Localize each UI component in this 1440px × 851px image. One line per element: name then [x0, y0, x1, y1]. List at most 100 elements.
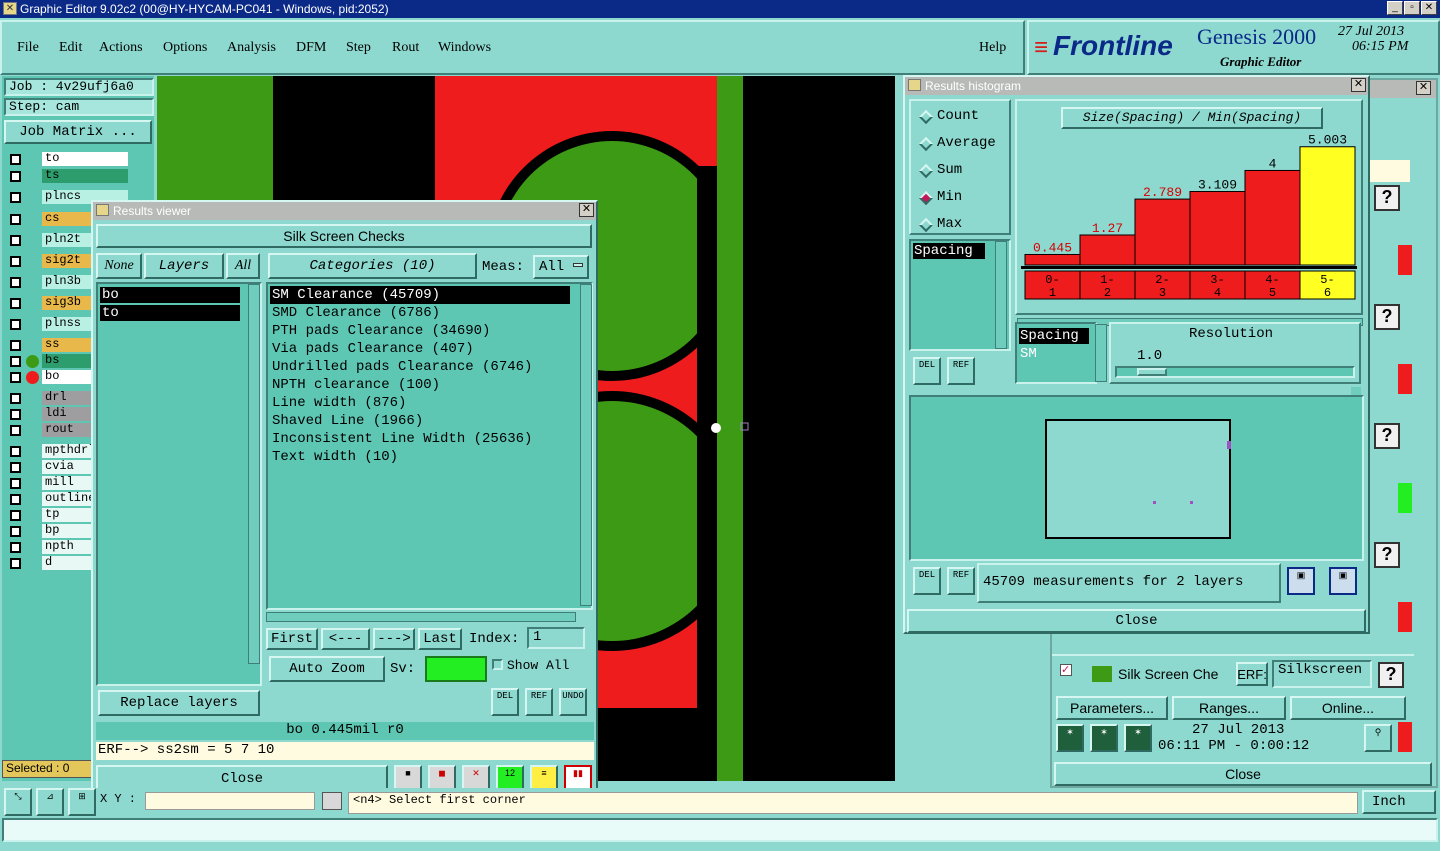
category-item[interactable]: Inconsistent Line Width (25636): [270, 430, 570, 448]
menu-edit[interactable]: Edit: [59, 40, 82, 56]
radio-sum[interactable]: [918, 163, 934, 179]
checklist-close-button[interactable]: Close: [1054, 762, 1432, 786]
menu-help[interactable]: Help: [979, 40, 1006, 56]
histogram-del-icon[interactable]: DEL: [913, 357, 941, 385]
histogram-bar[interactable]: [1134, 198, 1191, 266]
layer-checkbox[interactable]: [10, 192, 21, 203]
menu-rout[interactable]: Rout: [392, 40, 419, 56]
layer-checkbox[interactable]: [10, 256, 21, 267]
histogram-ref-icon-2[interactable]: REF: [947, 567, 975, 595]
category-list-scrollbar[interactable]: [580, 284, 592, 606]
zoom-area-icon[interactable]: ⊿: [36, 788, 64, 816]
layer-name[interactable]: to: [42, 152, 128, 166]
layer-checkbox[interactable]: [10, 372, 21, 383]
menu-step[interactable]: Step: [346, 40, 371, 56]
category-item[interactable]: NPTH clearance (100): [270, 376, 570, 394]
resolution-slider[interactable]: [1115, 366, 1355, 378]
ranges-button[interactable]: Ranges...: [1172, 696, 1286, 720]
prev-button[interactable]: <---: [321, 628, 370, 650]
menu-file[interactable]: File: [17, 40, 39, 56]
xy-input[interactable]: [145, 792, 315, 810]
layer-result-item[interactable]: bo: [100, 287, 240, 303]
layer-checkbox[interactable]: [10, 356, 21, 367]
spacing-list-scrollbar[interactable]: [1095, 324, 1107, 382]
category-item[interactable]: PTH pads Clearance (34690): [270, 322, 570, 340]
help-icon[interactable]: ?: [1374, 304, 1400, 330]
meas-dropdown[interactable]: All: [533, 255, 589, 279]
field-list-scrollbar[interactable]: [995, 241, 1007, 349]
category-hscrollbar[interactable]: [266, 612, 576, 622]
checklist-close-icon[interactable]: ✕: [1416, 81, 1431, 95]
online-button[interactable]: Online...: [1290, 696, 1406, 720]
menu-analysis[interactable]: Analysis: [227, 40, 276, 56]
layer-result-item[interactable]: to: [100, 305, 240, 321]
run-selected-icon[interactable]: ✶: [1124, 724, 1152, 752]
field-item-spacing[interactable]: Spacing: [913, 243, 985, 259]
resolution-slider-thumb[interactable]: [1137, 368, 1167, 376]
next-button[interactable]: --->: [373, 628, 415, 650]
zoom-fit-icon[interactable]: ⤡: [4, 788, 32, 816]
histogram-bar[interactable]: [1024, 253, 1081, 266]
chart-resize-handle[interactable]: [1351, 387, 1361, 395]
menu-dfm[interactable]: DFM: [296, 40, 326, 56]
layer-name[interactable]: ts: [42, 169, 128, 183]
check-enabled-checkbox[interactable]: ✓: [1060, 664, 1072, 676]
layer-checkbox[interactable]: [10, 298, 21, 309]
maximize-button[interactable]: ▫: [1404, 1, 1420, 15]
histogram-close-icon[interactable]: ✕: [1351, 78, 1366, 92]
category-item[interactable]: Line width (876): [270, 394, 570, 412]
undo-icon[interactable]: UNDO: [559, 688, 587, 716]
help-icon[interactable]: ?: [1374, 423, 1400, 449]
last-button[interactable]: Last: [418, 628, 462, 650]
category-item[interactable]: Shaved Line (1966): [270, 412, 570, 430]
histogram-close-button[interactable]: Close: [907, 609, 1366, 633]
histogram-del-icon-2[interactable]: DEL: [913, 567, 941, 595]
category-item[interactable]: Via pads Clearance (407): [270, 340, 570, 358]
category-item[interactable]: Text width (10): [270, 448, 570, 466]
layer-checkbox[interactable]: [10, 171, 21, 182]
erf-value[interactable]: Silkscreen: [1272, 660, 1372, 688]
results-viewer-close-icon[interactable]: ✕: [579, 203, 594, 217]
del-icon[interactable]: DEL: [491, 688, 519, 716]
help-icon[interactable]: ?: [1378, 662, 1404, 688]
run-all-icon[interactable]: ✶: [1090, 724, 1118, 752]
layer-checkbox[interactable]: [10, 542, 21, 553]
export-chart-icon[interactable]: ▣: [1287, 567, 1315, 595]
run-icon[interactable]: ✶: [1056, 724, 1084, 752]
histogram-bar[interactable]: [1244, 169, 1301, 266]
job-matrix-button[interactable]: Job Matrix ...: [4, 120, 152, 144]
show-all-checkbox[interactable]: [492, 659, 503, 670]
zoom-icon[interactable]: ⚲: [1364, 724, 1392, 752]
category-item[interactable]: SMD Clearance (6786): [270, 304, 570, 322]
help-icon[interactable]: ?: [1374, 542, 1400, 568]
category-item[interactable]: Undrilled pads Clearance (6746): [270, 358, 570, 376]
close-window-button[interactable]: ✕: [1421, 1, 1437, 15]
layer-checkbox[interactable]: [10, 340, 21, 351]
layer-checkbox[interactable]: [10, 214, 21, 225]
menu-windows[interactable]: Windows: [438, 40, 491, 56]
layers-all-button[interactable]: All: [226, 253, 260, 279]
layer-checkbox[interactable]: [10, 319, 21, 330]
layer-checkbox[interactable]: [10, 494, 21, 505]
help-icon[interactable]: ?: [1374, 185, 1400, 211]
layers-none-button[interactable]: None: [96, 253, 142, 279]
radio-min[interactable]: [918, 190, 934, 206]
grid-icon[interactable]: ⊞: [68, 788, 96, 816]
histogram-bar[interactable]: [1079, 234, 1136, 266]
layer-checkbox[interactable]: [10, 235, 21, 246]
replace-layers-dropdown[interactable]: Replace layers: [98, 690, 260, 716]
radio-max[interactable]: [918, 217, 934, 233]
layer-checkbox[interactable]: [10, 154, 21, 165]
minimize-button[interactable]: _: [1387, 1, 1403, 15]
menu-options[interactable]: Options: [163, 40, 207, 56]
severity-color-dropdown[interactable]: [425, 656, 487, 682]
command-input[interactable]: [2, 818, 1438, 842]
layer-checkbox[interactable]: [10, 510, 21, 521]
histogram-bar[interactable]: [1299, 146, 1356, 266]
radio-average[interactable]: [918, 136, 934, 152]
parameters-button[interactable]: Parameters...: [1056, 696, 1168, 720]
spacing-item[interactable]: SM: [1019, 346, 1089, 362]
radio-count[interactable]: [918, 109, 934, 125]
layer-checkbox[interactable]: [10, 425, 21, 436]
index-input[interactable]: 1: [527, 627, 585, 649]
